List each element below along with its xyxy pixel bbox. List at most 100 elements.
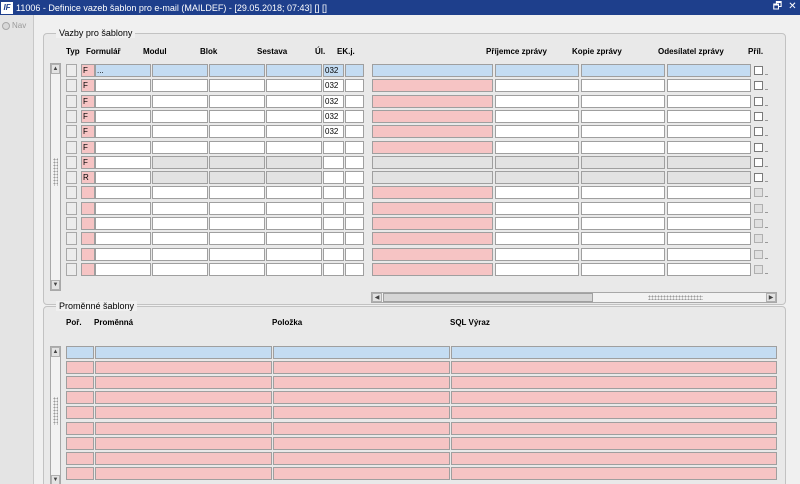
cell-kopie[interactable] [581,64,665,77]
cell-formular[interactable] [95,217,151,230]
cell-sestava[interactable] [266,248,322,261]
cell-formular[interactable] [95,186,151,199]
cell-prijemce[interactable] [495,125,579,138]
cell-ul[interactable] [323,156,344,169]
cell-kopie[interactable] [581,156,665,169]
cell-promenna[interactable] [95,406,272,419]
cell-blok[interactable] [209,186,265,199]
scrollbar-grip[interactable] [53,397,58,425]
cell-blok[interactable] [209,110,265,123]
cell-promenna[interactable] [95,437,272,450]
attachment-checkbox[interactable] [754,265,763,274]
cell-ul[interactable]: 032 [323,110,344,123]
cell-polozka[interactable] [273,406,450,419]
cell-prijemce[interactable] [495,186,579,199]
attachment-checkbox[interactable] [754,204,763,213]
cell-modul[interactable] [152,263,208,276]
attachment-checkbox[interactable] [754,66,763,75]
cell-polozka[interactable] [273,452,450,465]
cell-blok[interactable] [209,217,265,230]
attachment-checkbox[interactable] [754,97,763,106]
cell-blok[interactable] [209,64,265,77]
cell-sestava[interactable] [266,141,322,154]
cell-odesilatel[interactable] [667,232,751,245]
cell-modul[interactable] [152,156,208,169]
cell-modul[interactable] [152,95,208,108]
cell-hidden[interactable] [372,263,493,276]
cell-kopie[interactable] [581,141,665,154]
cell-ekj[interactable] [345,110,364,123]
cell-formular[interactable] [95,263,151,276]
cell-formular[interactable] [95,110,151,123]
cell-ekj[interactable] [345,141,364,154]
row-selector[interactable] [66,186,77,199]
cell-sestava[interactable] [266,156,322,169]
attachment-checkbox[interactable] [754,234,763,243]
cell-typ[interactable] [81,186,95,199]
cell-typ[interactable] [81,202,95,215]
cell-ul[interactable] [323,263,344,276]
row-selector[interactable] [66,171,77,184]
cell-ul[interactable]: 032 [323,125,344,138]
cell-odesilatel[interactable] [667,141,751,154]
cell-hidden[interactable] [372,217,493,230]
cell-blok[interactable] [209,232,265,245]
cell-formular[interactable] [95,202,151,215]
cell-modul[interactable] [152,171,208,184]
cell-hidden[interactable] [372,79,493,92]
cell-prijemce[interactable] [495,248,579,261]
cell-kopie[interactable] [581,232,665,245]
cell-kopie[interactable] [581,186,665,199]
cell-typ[interactable]: F [81,125,95,138]
cell-prijemce[interactable] [495,232,579,245]
cell-odesilatel[interactable] [667,171,751,184]
cell-ekj[interactable] [345,95,364,108]
row-selector[interactable] [66,202,77,215]
cell-promenna[interactable] [95,467,272,480]
cell-odesilatel[interactable] [667,186,751,199]
cell-typ[interactable]: F [81,79,95,92]
cell-sql[interactable] [451,406,777,419]
cell-modul[interactable] [152,79,208,92]
cell-blok[interactable] [209,263,265,276]
attachment-checkbox[interactable] [754,219,763,228]
cell-kopie[interactable] [581,248,665,261]
row-selector[interactable] [66,64,77,77]
cell-typ[interactable]: R [81,171,95,184]
cell-typ[interactable] [81,232,95,245]
cell-promenna[interactable] [95,346,272,359]
cell-prijemce[interactable] [495,141,579,154]
cell-formular[interactable] [95,79,151,92]
cell-kopie[interactable] [581,217,665,230]
cell-sestava[interactable] [266,186,322,199]
cell-sql[interactable] [451,376,777,389]
promenne-vertical-scrollbar[interactable]: ▲ ▼ [50,346,61,484]
cell-odesilatel[interactable] [667,110,751,123]
cell-ekj[interactable] [345,64,364,77]
cell-ekj[interactable] [345,171,364,184]
cell-sestava[interactable] [266,171,322,184]
cell-kopie[interactable] [581,95,665,108]
cell-odesilatel[interactable] [667,263,751,276]
cell-sql[interactable] [451,467,777,480]
cell-typ[interactable] [81,248,95,261]
scroll-right-icon[interactable]: ▶ [766,293,776,302]
cell-typ[interactable]: F [81,95,95,108]
cell-por[interactable] [66,406,94,419]
cell-por[interactable] [66,452,94,465]
attachment-checkbox[interactable] [754,143,763,152]
row-selector[interactable] [66,141,77,154]
cell-blok[interactable] [209,171,265,184]
cell-hidden[interactable] [372,141,493,154]
cell-kopie[interactable] [581,171,665,184]
attachment-checkbox[interactable] [754,158,763,167]
cell-formular[interactable] [95,232,151,245]
cell-prijemce[interactable] [495,217,579,230]
attachment-checkbox[interactable] [754,250,763,259]
cell-kopie[interactable] [581,110,665,123]
cell-ekj[interactable] [345,202,364,215]
cell-hidden[interactable] [372,156,493,169]
cell-prijemce[interactable] [495,156,579,169]
scroll-down-icon[interactable]: ▼ [51,475,60,484]
cell-sql[interactable] [451,361,777,374]
